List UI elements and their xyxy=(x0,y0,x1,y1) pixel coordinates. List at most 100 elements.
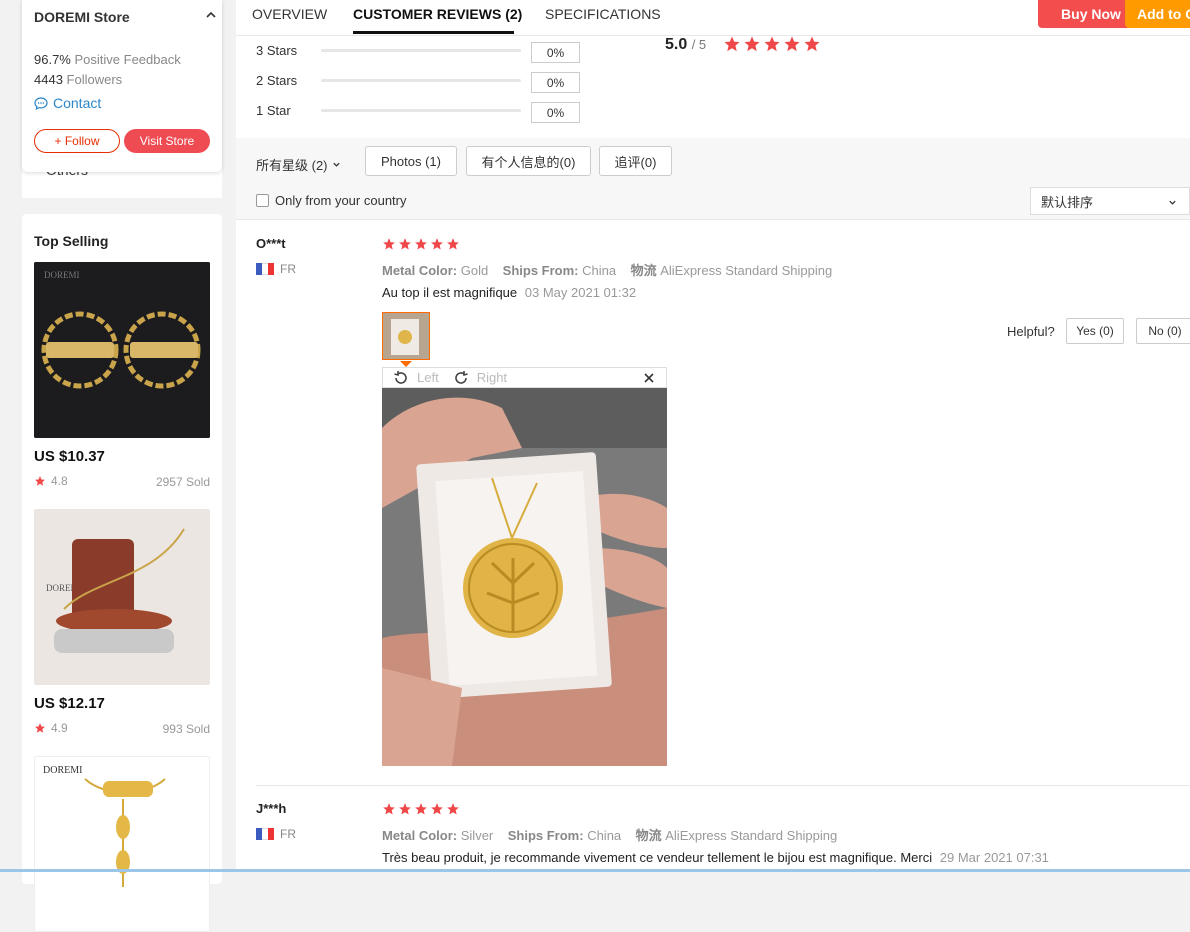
rotate-right-icon[interactable] xyxy=(453,370,469,386)
star-icon xyxy=(431,238,443,250)
overall-score-max: / 5 xyxy=(691,37,707,52)
top-selling-title: Top Selling xyxy=(34,233,109,249)
star-icon xyxy=(784,36,800,52)
product-image-3[interactable]: DOREMI xyxy=(34,756,210,932)
star-icon xyxy=(35,476,45,486)
followers-label: Followers xyxy=(66,72,123,87)
sort-value: 默认排序 xyxy=(1041,194,1094,210)
add-to-cart-button[interactable]: Add to C xyxy=(1125,0,1190,28)
star-icon xyxy=(744,36,760,52)
product-rating-value-2: 4.9 xyxy=(51,721,68,735)
reviewer-country-code-2: FR xyxy=(280,827,296,841)
rotate-right-label[interactable]: Right xyxy=(477,370,507,385)
top-selling-panel: Top Selling DOREMI US $10.37 4.8 2957 So… xyxy=(22,214,222,932)
rating-pct-3: 0% xyxy=(531,42,580,63)
star-icon xyxy=(35,723,45,733)
metal-color-label-2: Metal Color: xyxy=(382,828,458,843)
product-sold-1: 2957 Sold xyxy=(155,475,210,489)
overall-stars xyxy=(723,35,821,53)
product-image-3-brand: DOREMI xyxy=(43,765,82,776)
review-date-2: 29 Mar 2021 07:31 xyxy=(939,850,1049,865)
flag-fr-icon xyxy=(256,263,274,275)
star-icon xyxy=(804,36,820,52)
chevron-down-icon xyxy=(1169,200,1176,205)
helpful-yes-button[interactable]: Yes (0) xyxy=(1066,318,1124,344)
reviewer-name-1: O***t xyxy=(256,236,286,251)
sort-select[interactable]: 默认排序 xyxy=(1030,187,1190,215)
all-ratings-label: 所有星级 (2) xyxy=(256,158,328,173)
review-meta-2: Metal Color: Silver Ships From: China 物流… xyxy=(382,825,837,844)
review-text-1: Au top il est magnifique 03 May 2021 01:… xyxy=(382,285,636,300)
product-rating-2: 4.9 xyxy=(34,721,68,735)
reviewer-country-1: FR xyxy=(256,262,296,276)
chat-icon xyxy=(34,96,48,110)
star-icon xyxy=(764,36,780,52)
star-icon xyxy=(431,803,443,815)
product-price-2[interactable]: US $12.17 xyxy=(34,695,105,712)
only-country-checkbox[interactable] xyxy=(256,194,269,207)
product-image-1[interactable]: DOREMI xyxy=(34,262,210,438)
helpful-label: Helpful? xyxy=(1007,324,1055,339)
star-icon xyxy=(447,803,459,815)
rating-row-label-3[interactable]: 3 Stars xyxy=(256,43,297,58)
star-icon xyxy=(383,803,395,815)
metal-color-label-1: Metal Color: xyxy=(382,263,458,278)
followers-value: 4443 xyxy=(34,72,63,87)
store-card: DOREMI Store 96.7% Positive Feedback 444… xyxy=(22,0,222,172)
visit-store-button[interactable]: Visit Store xyxy=(124,129,210,153)
review-stars-1 xyxy=(382,237,460,251)
ships-from-value-2: China xyxy=(587,828,622,843)
ships-from-value-1: China xyxy=(582,263,617,278)
close-icon[interactable] xyxy=(644,373,654,383)
active-tab-indicator xyxy=(353,31,514,34)
positive-feedback-label: Positive Feedback xyxy=(74,52,181,67)
tab-customer-reviews[interactable]: CUSTOMER REVIEWS (2) xyxy=(353,6,522,22)
rotate-left-icon[interactable] xyxy=(393,370,409,386)
positive-feedback-value: 96.7% xyxy=(34,52,71,67)
star-icon xyxy=(415,803,427,815)
ships-from-label-1: Ships From: xyxy=(502,263,579,278)
product-price-1[interactable]: US $10.37 xyxy=(34,448,105,465)
reviewer-country-code-1: FR xyxy=(280,262,296,276)
review-divider xyxy=(256,785,1190,786)
star-icon xyxy=(447,238,459,250)
rating-bar-1 xyxy=(321,109,521,112)
tab-specifications[interactable]: SPECIFICATIONS xyxy=(545,6,661,22)
product-rating-value-1: 4.8 xyxy=(51,474,68,488)
follow-button[interactable]: + Follow xyxy=(34,129,120,153)
photo-viewer-toolbar: Left Right xyxy=(382,367,667,388)
contact-link[interactable]: Contact xyxy=(34,95,101,111)
star-icon xyxy=(399,238,411,250)
only-country-option[interactable]: Only from your country xyxy=(256,193,407,208)
rotate-left-label[interactable]: Left xyxy=(417,370,439,385)
rating-row-label-2[interactable]: 2 Stars xyxy=(256,73,297,88)
helpful-no-button[interactable]: No (0) xyxy=(1136,318,1190,344)
metal-color-value-1: Gold xyxy=(460,263,489,278)
rating-row-label-1[interactable]: 1 Star xyxy=(256,103,291,118)
product-sold-2: 993 Sold xyxy=(162,722,210,736)
rating-pct-1: 0% xyxy=(531,102,580,123)
photos-filter-button[interactable]: Photos (1) xyxy=(365,146,457,176)
review-photo-large xyxy=(382,388,667,766)
product-rating-1: 4.8 xyxy=(34,474,68,488)
chevron-up-icon[interactable] xyxy=(206,10,216,20)
positive-feedback: 96.7% Positive Feedback xyxy=(34,52,181,67)
overall-score-value: 5.0 xyxy=(665,36,688,53)
review-body-2: Très beau produit, je recommande vivemen… xyxy=(382,850,933,865)
followers: 4443 Followers xyxy=(34,72,122,87)
overall-score: 5.0 / 5 xyxy=(665,36,706,54)
review-photo-thumbnail[interactable] xyxy=(382,312,430,360)
chevron-down-icon xyxy=(332,162,340,167)
store-name[interactable]: DOREMI Store xyxy=(34,9,130,25)
contact-label: Contact xyxy=(53,95,102,111)
tab-overview[interactable]: OVERVIEW xyxy=(252,6,327,22)
review-stars-2 xyxy=(382,802,460,816)
rating-bar-2 xyxy=(321,79,521,82)
additional-review-filter-button[interactable]: 追评(0) xyxy=(599,146,672,176)
all-ratings-dropdown[interactable]: 所有星级 (2) xyxy=(256,155,341,174)
personal-info-filter-button[interactable]: 有个人信息的(0) xyxy=(466,146,591,176)
rating-pct-2: 0% xyxy=(531,72,580,93)
product-image-2[interactable]: DOREMI xyxy=(34,509,210,685)
reviewer-country-2: FR xyxy=(256,827,296,841)
only-country-label: Only from your country xyxy=(275,193,407,208)
